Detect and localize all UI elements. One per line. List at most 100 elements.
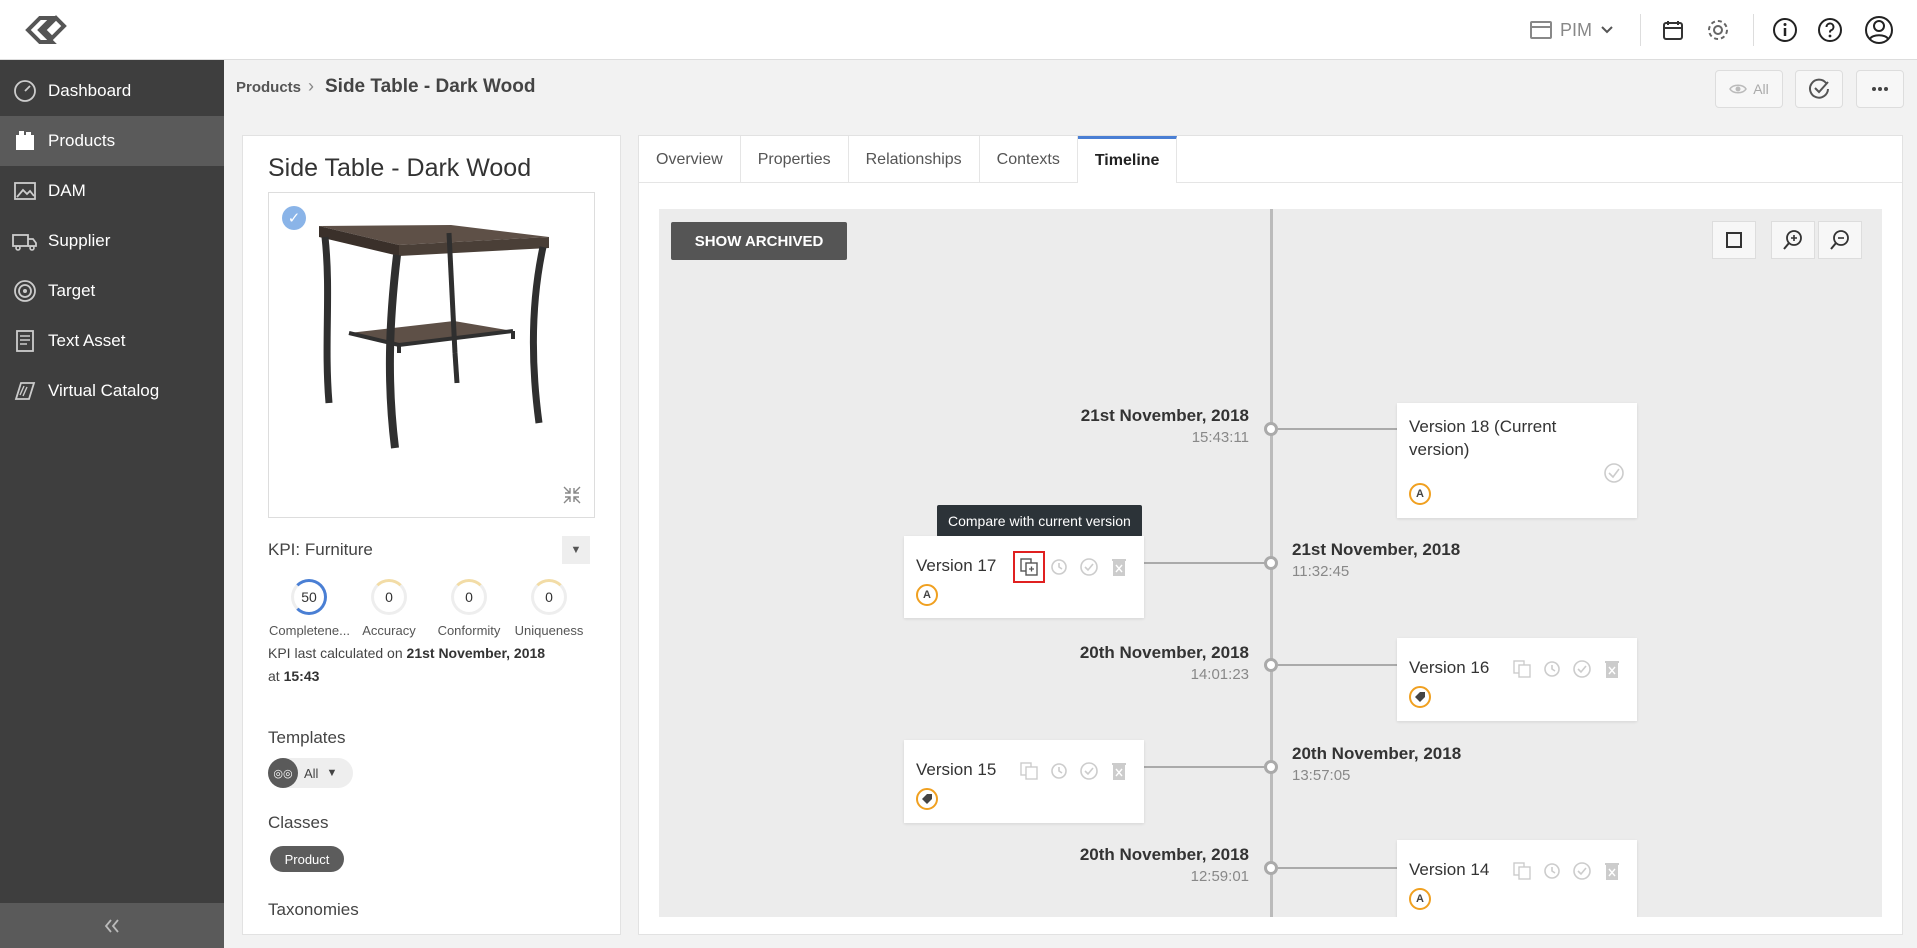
sidebar-item-virtual-catalog[interactable]: Virtual Catalog [0, 366, 224, 416]
target-icon [12, 278, 38, 304]
trash-icon [1112, 763, 1126, 780]
kpi-accuracy[interactable]: 0 Accuracy [349, 579, 429, 638]
version-date: 21st November, 2018 [1080, 406, 1249, 425]
templates-heading: Templates [268, 728, 346, 747]
compare-icon [1513, 862, 1531, 880]
class-chip[interactable]: Product [270, 846, 344, 872]
version-card-14[interactable]: Version 14 A [1397, 840, 1637, 917]
help-icon[interactable] [1814, 14, 1846, 46]
timeline-canvas[interactable]: SHOW ARCHIVED 21st November, 2018 15:43:… [659, 209, 1882, 917]
breadcrumb-products-link[interactable]: Products [236, 79, 301, 96]
version-time: 11:32:45 [1292, 563, 1350, 580]
restore-button[interactable] [1048, 760, 1070, 782]
approve-version-button[interactable] [1078, 556, 1100, 578]
zoom-in-button[interactable] [1771, 221, 1815, 259]
approve-version-button[interactable] [1078, 760, 1100, 782]
sidebar-item-dam[interactable]: DAM [0, 166, 224, 216]
truck-icon [12, 228, 38, 254]
divider [1753, 14, 1754, 46]
app-logo[interactable] [22, 12, 70, 48]
version-card-15[interactable]: Version 15 [904, 740, 1144, 823]
fit-view-button[interactable] [1712, 221, 1756, 259]
double-chevron-left-icon [104, 918, 119, 933]
kpi-completeness[interactable]: 50 Completene... [269, 579, 349, 638]
tab-relationships[interactable]: Relationships [849, 136, 980, 183]
compare-button[interactable] [1013, 551, 1045, 583]
more-icon [1872, 87, 1888, 91]
template-selector[interactable]: ◎◎ All ▼ [268, 758, 353, 788]
approve-version-button[interactable] [1571, 658, 1593, 680]
tab-timeline[interactable]: Timeline [1077, 136, 1178, 183]
version-date: 20th November, 2018 [1292, 744, 1462, 763]
sidebar-item-target[interactable]: Target [0, 266, 224, 316]
delete-version-button[interactable] [1108, 556, 1130, 578]
collapse-sidebar-button[interactable] [0, 903, 224, 948]
approve-button[interactable] [1795, 70, 1843, 108]
version-title: Version 16 [1409, 658, 1490, 677]
version-title: Version 15 [916, 760, 997, 779]
show-archived-button[interactable]: SHOW ARCHIVED [671, 222, 847, 260]
sidebar-item-supplier[interactable]: Supplier [0, 216, 224, 266]
gear-icon[interactable] [1702, 14, 1734, 46]
compare-button[interactable] [1511, 658, 1533, 680]
collapse-image-icon[interactable] [562, 485, 582, 505]
check-circle-icon [1080, 762, 1098, 780]
breadcrumb-current: Side Table - Dark Wood [325, 76, 536, 97]
glasses-icon: ◎◎ [268, 758, 298, 788]
version-date: 20th November, 2018 [1079, 643, 1249, 662]
kpi-ring: 50 [291, 579, 327, 615]
kpi-ring: 0 [371, 579, 407, 615]
app-switcher[interactable]: PIM [1530, 15, 1614, 45]
attribute-change-badge: A [1409, 483, 1431, 505]
visibility-filter-button[interactable]: All [1715, 70, 1783, 108]
image-icon [12, 178, 38, 204]
task-calendar-icon[interactable] [1657, 14, 1689, 46]
product-summary-panel: Side Table - Dark Wood ✓ KPI: Furniture … [242, 135, 621, 935]
checkmark-icon[interactable]: ✓ [282, 206, 306, 230]
template-value: All [304, 765, 319, 781]
version-actions [1018, 760, 1130, 782]
tab-properties[interactable]: Properties [741, 136, 849, 183]
kpi-dropdown-button[interactable]: ▼ [562, 536, 590, 564]
version-actions [1511, 860, 1623, 882]
kpi-label: KPI: Furniture [268, 540, 373, 559]
version-time: 14:01:23 [1190, 666, 1249, 683]
info-icon[interactable] [1769, 14, 1801, 46]
tab-overview[interactable]: Overview [639, 136, 741, 183]
classes-heading: Classes [268, 813, 329, 832]
trash-icon [1112, 559, 1126, 576]
product-title: Side Table - Dark Wood [268, 154, 532, 182]
restore-button[interactable] [1541, 658, 1563, 680]
approve-version-button[interactable] [1571, 860, 1593, 882]
kpi-conformity[interactable]: 0 Conformity [429, 579, 509, 638]
compare-button[interactable] [1511, 860, 1533, 882]
user-avatar-icon[interactable] [1863, 14, 1895, 46]
compare-button[interactable] [1018, 760, 1040, 782]
delete-version-button[interactable] [1601, 658, 1623, 680]
version-card-18[interactable]: Version 18 (Current version) A [1397, 403, 1637, 518]
sidebar-item-dashboard[interactable]: Dashboard [0, 66, 224, 116]
visibility-filter-label: All [1753, 81, 1769, 97]
restore-button[interactable] [1048, 556, 1070, 578]
delete-version-button[interactable] [1601, 860, 1623, 882]
version-card-17[interactable]: Version 17 A [904, 536, 1144, 618]
restore-icon [1051, 763, 1067, 779]
document-icon [12, 328, 38, 354]
zoom-out-icon [1830, 230, 1849, 250]
sidebar-item-text-asset[interactable]: Text Asset [0, 316, 224, 366]
kpi-metric-label: Uniqueness [514, 623, 584, 638]
kpi-uniqueness[interactable]: 0 Uniqueness [509, 579, 589, 638]
restore-button[interactable] [1541, 860, 1563, 882]
zoom-out-button[interactable] [1818, 221, 1862, 259]
more-actions-button[interactable] [1856, 70, 1904, 108]
tab-contexts[interactable]: Contexts [980, 136, 1078, 183]
chevron-down-icon [1601, 26, 1613, 34]
product-image[interactable]: ✓ [268, 192, 595, 518]
catalog-icon [12, 378, 38, 404]
restore-icon [1544, 661, 1560, 677]
delete-version-button[interactable] [1108, 760, 1130, 782]
sidebar-item-products[interactable]: Products [0, 116, 224, 166]
product-detail-panel: Overview Properties Relationships Contex… [638, 135, 1903, 935]
sidebar-item-label: Virtual Catalog [48, 381, 160, 400]
version-card-16[interactable]: Version 16 [1397, 638, 1637, 721]
